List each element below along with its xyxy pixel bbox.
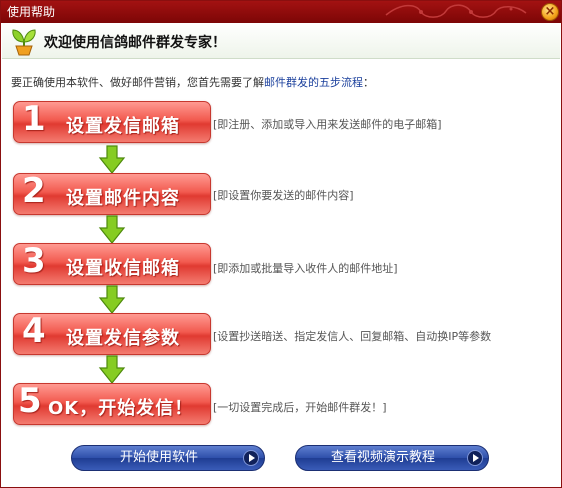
step-label: 设置收信邮箱 bbox=[66, 258, 180, 279]
step-1-description: [即注册、添加或导入用来发送邮件的电子邮箱] bbox=[213, 118, 442, 131]
close-button[interactable]: × bbox=[541, 3, 559, 21]
step-4-description: [设置抄送暗送、指定发信人、回复邮箱、自动换IP等参数 bbox=[213, 330, 492, 343]
step-5-button[interactable]: 5 OK，开始发信！ bbox=[13, 381, 211, 425]
five-steps-link[interactable]: 邮件群发的五步流程 bbox=[264, 76, 363, 89]
step-3-button[interactable]: 3 设置收信邮箱 bbox=[13, 241, 211, 285]
play-icon bbox=[243, 450, 259, 466]
step-2-description: [即设置你要发送的邮件内容] bbox=[213, 189, 354, 202]
title-bar[interactable]: 使用帮助 × bbox=[1, 1, 561, 23]
step-5-description: [一切设置完成后，开始邮件群发！] bbox=[213, 401, 387, 414]
step-1-button[interactable]: 1 设置发信邮箱 bbox=[13, 99, 211, 143]
step-number: 2 bbox=[22, 171, 46, 211]
down-arrow-icon bbox=[98, 145, 126, 174]
down-arrow-icon bbox=[98, 355, 126, 384]
step-2-button[interactable]: 2 设置邮件内容 bbox=[13, 171, 211, 215]
play-icon bbox=[467, 450, 483, 466]
welcome-header: 欢迎使用信鸽邮件群发专家！ bbox=[2, 23, 560, 59]
welcome-text: 欢迎使用信鸽邮件群发专家！ bbox=[44, 35, 226, 51]
start-software-label: 开始使用软件 bbox=[119, 450, 198, 465]
step-number: 5 bbox=[18, 381, 42, 421]
ornament-icon bbox=[385, 4, 527, 18]
video-tutorial-button[interactable]: 查看视频演示教程 bbox=[295, 445, 489, 471]
step-label: 设置发信邮箱 bbox=[66, 116, 180, 137]
step-label: OK，开始发信！ bbox=[48, 398, 194, 419]
step-3-description: [即添加或批量导入收件人的邮件地址] bbox=[213, 262, 398, 275]
window-title: 使用帮助 bbox=[7, 5, 56, 19]
step-number: 1 bbox=[22, 99, 46, 139]
help-window: 使用帮助 × 欢迎使用信鸽邮件群发专家！ 要正确使用本软件、做好邮件营销，您首先… bbox=[0, 0, 562, 488]
step-4-button[interactable]: 4 设置发信参数 bbox=[13, 311, 211, 355]
step-label: 设置发信参数 bbox=[66, 328, 180, 349]
down-arrow-icon bbox=[98, 285, 126, 314]
step-number: 3 bbox=[22, 241, 46, 281]
video-tutorial-label: 查看视频演示教程 bbox=[330, 450, 435, 465]
step-number: 4 bbox=[22, 311, 46, 351]
step-label: 设置邮件内容 bbox=[66, 188, 180, 209]
down-arrow-icon bbox=[98, 215, 126, 244]
intro-prefix: 要正确使用本软件、做好邮件营销，您首先需要了解 bbox=[11, 76, 264, 89]
intro-text: 要正确使用本软件、做好邮件营销，您首先需要了解邮件群发的五步流程： bbox=[11, 74, 374, 90]
start-software-button[interactable]: 开始使用软件 bbox=[71, 445, 265, 471]
intro-suffix: ： bbox=[363, 76, 374, 89]
sprout-icon bbox=[12, 29, 36, 56]
